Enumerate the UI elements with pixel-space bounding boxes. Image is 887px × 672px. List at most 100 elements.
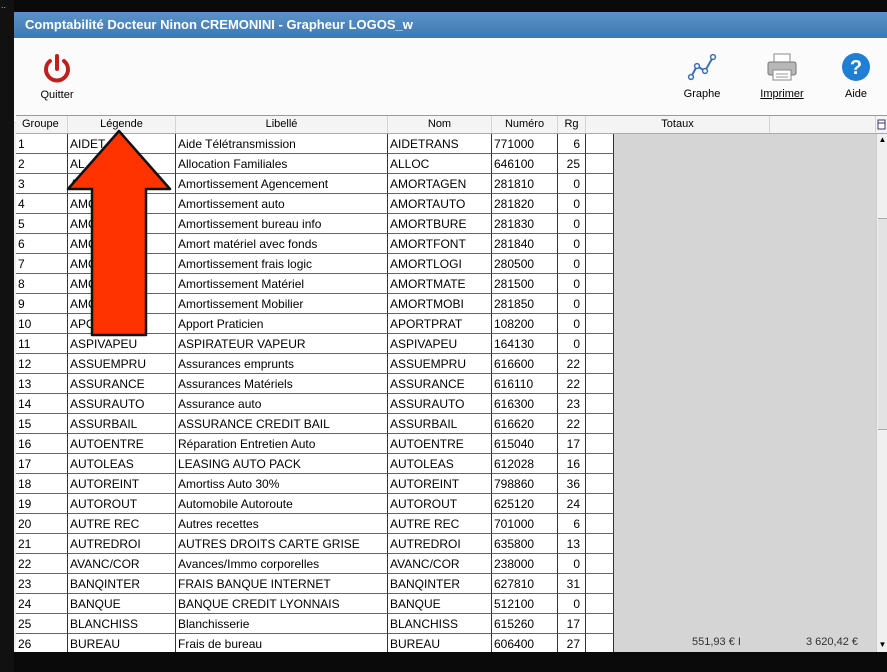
cell-totaux[interactable] [586,134,614,154]
cell-libelle[interactable]: Amortiss Auto 30% [176,474,388,494]
cell-nom[interactable]: ASSURAUTO [388,394,492,414]
cell-totaux[interactable] [586,494,614,514]
cell-nom[interactable]: ASPIVAPEU [388,334,492,354]
cell-legende[interactable]: ASSURANCE [68,374,176,394]
cell-groupe[interactable]: 19 [16,494,68,514]
cell-legende[interactable]: AVANC/COR [68,554,176,574]
cell-groupe[interactable]: 25 [16,614,68,634]
cell-totaux[interactable] [586,354,614,374]
cell-numero[interactable]: 281850 [492,294,558,314]
cell-groupe[interactable]: 7 [16,254,68,274]
cell-libelle[interactable]: Autres recettes [176,514,388,534]
col-header-numero[interactable]: Numéro [492,116,558,133]
cell-groupe[interactable]: 2 [16,154,68,174]
cell-totaux[interactable] [586,574,614,594]
cell-nom[interactable]: BANQINTER [388,574,492,594]
cell-totaux[interactable] [586,434,614,454]
cell-numero[interactable]: 615040 [492,434,558,454]
cell-totaux[interactable] [586,254,614,274]
cell-numero[interactable]: 281830 [492,214,558,234]
cell-rg[interactable]: 0 [558,254,586,274]
cell-nom[interactable]: AIDETRANS [388,134,492,154]
cell-totaux[interactable] [586,634,614,652]
cell-legende[interactable]: BANQINTER [68,574,176,594]
cell-numero[interactable]: 164130 [492,334,558,354]
cell-nom[interactable]: AMORTMATE [388,274,492,294]
cell-legende[interactable]: AUTOREINT [68,474,176,494]
cell-libelle[interactable]: Amortissement Agencement [176,174,388,194]
cell-nom[interactable]: BUREAU [388,634,492,652]
cell-numero[interactable]: 701000 [492,514,558,534]
cell-totaux[interactable] [586,274,614,294]
cell-libelle[interactable]: Amortissement Matériel [176,274,388,294]
cell-numero[interactable]: 616600 [492,354,558,374]
cell-groupe[interactable]: 17 [16,454,68,474]
cell-numero[interactable]: 646100 [492,154,558,174]
cell-numero[interactable]: 612028 [492,454,558,474]
cell-libelle[interactable]: Automobile Autoroute [176,494,388,514]
cell-totaux[interactable] [586,414,614,434]
cell-totaux[interactable] [586,594,614,614]
cell-legende[interactable]: BLANCHISS [68,614,176,634]
cell-nom[interactable]: AMORTFONT [388,234,492,254]
cell-libelle[interactable]: Avances/Immo corporelles [176,554,388,574]
cell-numero[interactable]: 635800 [492,534,558,554]
cell-groupe[interactable]: 10 [16,314,68,334]
cell-libelle[interactable]: LEASING AUTO PACK [176,454,388,474]
cell-groupe[interactable]: 12 [16,354,68,374]
col-header-libelle[interactable]: Libellé [176,116,388,133]
cell-libelle[interactable]: BANQUE CREDIT LYONNAIS [176,594,388,614]
cell-nom[interactable]: ASSURBAIL [388,414,492,434]
cell-nom[interactable]: BANQUE [388,594,492,614]
cell-rg[interactable]: 22 [558,354,586,374]
cell-rg[interactable]: 27 [558,634,586,652]
cell-rg[interactable]: 25 [558,154,586,174]
cell-rg[interactable]: 6 [558,134,586,154]
cell-groupe[interactable]: 24 [16,594,68,614]
cell-legende[interactable]: AUTOROUT [68,494,176,514]
cell-nom[interactable]: AUTOREINT [388,474,492,494]
cell-rg[interactable]: 17 [558,434,586,454]
cell-groupe[interactable]: 21 [16,534,68,554]
cell-nom[interactable]: AUTOLEAS [388,454,492,474]
col-header-nom[interactable]: Nom [388,116,492,133]
cell-totaux[interactable] [586,314,614,334]
cell-legende[interactable]: ASSUEMPRU [68,354,176,374]
cell-rg[interactable]: 0 [558,334,586,354]
cell-libelle[interactable]: Assurances emprunts [176,354,388,374]
cell-totaux[interactable] [586,614,614,634]
cell-groupe[interactable]: 8 [16,274,68,294]
cell-totaux[interactable] [586,374,614,394]
cell-numero[interactable]: 616620 [492,414,558,434]
cell-legende[interactable]: AUTOENTRE [68,434,176,454]
cell-groupe[interactable]: 26 [16,634,68,652]
cell-groupe[interactable]: 9 [16,294,68,314]
cell-libelle[interactable]: Assurance auto [176,394,388,414]
cell-totaux[interactable] [586,294,614,314]
cell-rg[interactable]: 36 [558,474,586,494]
cell-libelle[interactable]: Amortissement bureau info [176,214,388,234]
cell-rg[interactable]: 0 [558,194,586,214]
cell-libelle[interactable]: Amortissement Mobilier [176,294,388,314]
cell-libelle[interactable]: Amort matériel avec fonds [176,234,388,254]
cell-libelle[interactable]: Assurances Matériels [176,374,388,394]
cell-legende[interactable]: AUTREDROI [68,534,176,554]
cell-rg[interactable]: 0 [558,174,586,194]
scroll-up-icon[interactable]: ▲ [878,135,887,147]
cell-rg[interactable]: 17 [558,614,586,634]
cell-numero[interactable]: 280500 [492,254,558,274]
cell-numero[interactable]: 615260 [492,614,558,634]
cell-nom[interactable]: AUTOENTRE [388,434,492,454]
cell-nom[interactable]: AVANC/COR [388,554,492,574]
col-header-rg[interactable]: Rg [558,116,586,133]
cell-nom[interactable]: ALLOC [388,154,492,174]
cell-rg[interactable]: 16 [558,454,586,474]
scroll-down-icon[interactable]: ▼ [878,640,887,652]
cell-groupe[interactable]: 15 [16,414,68,434]
cell-libelle[interactable]: Apport Praticien [176,314,388,334]
cell-groupe[interactable]: 14 [16,394,68,414]
cell-groupe[interactable]: 4 [16,194,68,214]
cell-numero[interactable]: 771000 [492,134,558,154]
cell-legende[interactable]: BUREAU [68,634,176,652]
cell-libelle[interactable]: Frais de bureau [176,634,388,652]
